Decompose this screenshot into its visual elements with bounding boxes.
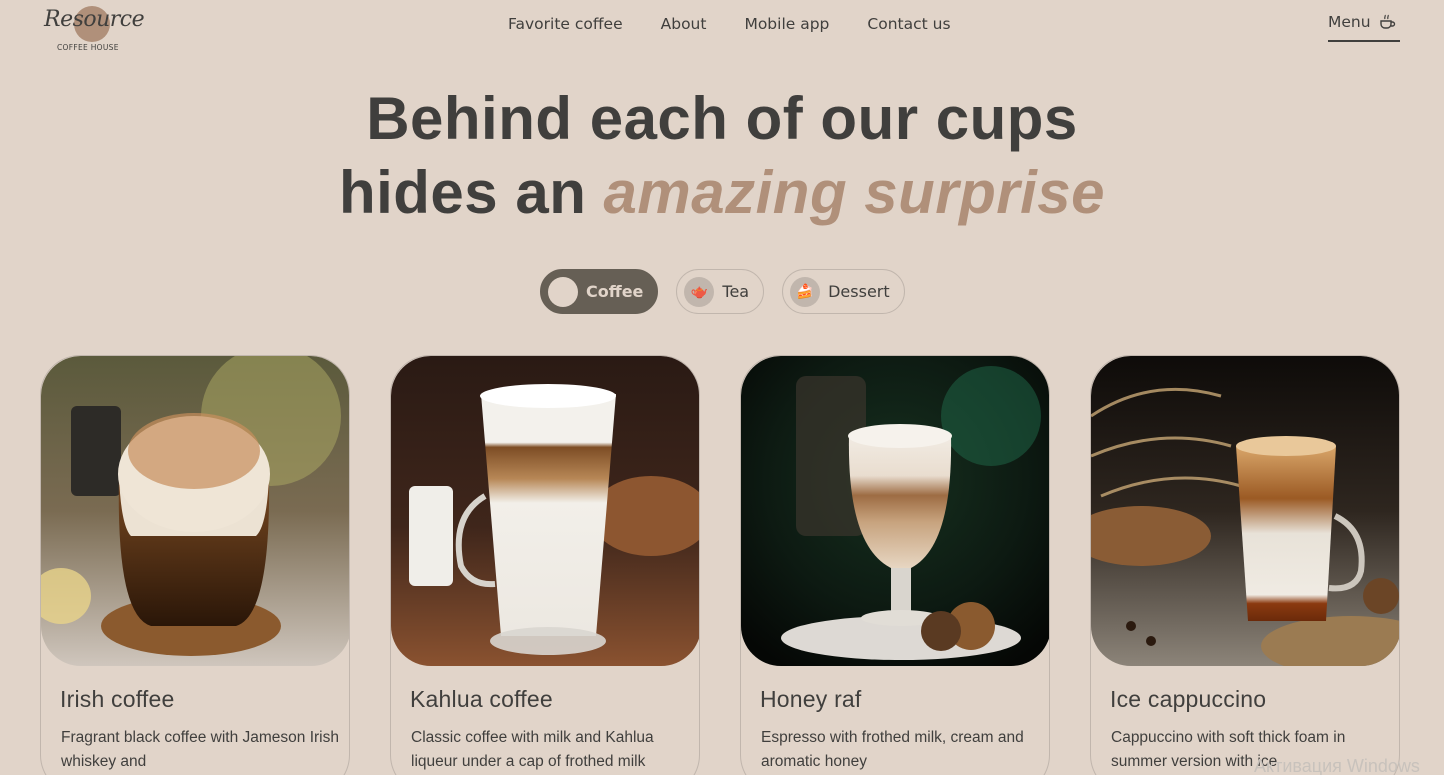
- hero-line1: Behind each of our cups: [366, 85, 1078, 152]
- product-image: [391, 356, 699, 666]
- product-title: Irish coffee: [60, 686, 175, 712]
- nav-mobile-app[interactable]: Mobile app: [744, 15, 829, 33]
- menu-label: Menu: [1328, 13, 1371, 31]
- product-card[interactable]: Irish coffee Fragrant black coffee with …: [40, 355, 350, 775]
- product-grid: Irish coffee Fragrant black coffee with …: [40, 355, 1400, 775]
- coffee-cup-icon: ☕: [548, 276, 578, 307]
- tab-tea-label: Tea: [722, 282, 750, 301]
- product-description: Fragrant black coffee with Jameson Irish…: [61, 729, 339, 770]
- teapot-icon: 🫖: [684, 276, 715, 307]
- product-description: Espresso with frothed milk, cream and ar…: [761, 729, 1024, 770]
- tab-coffee-label: Coffee: [586, 282, 644, 301]
- logo-word: Resource: [44, 7, 145, 32]
- product-image: [1091, 356, 1399, 666]
- logo-subtitle: COFFEE HOUSE: [57, 43, 119, 52]
- tab-dessert-label: Dessert: [828, 282, 890, 301]
- category-tabs: ☕ Coffee 🫖 Tea 🍰 Dessert: [540, 269, 905, 314]
- cake-icon: 🍰: [790, 276, 821, 307]
- page-title: Behind each of our cups hides an amazing…: [0, 82, 1444, 230]
- site-header: Resource COFFEE HOUSE Favorite coffee Ab…: [0, 0, 1444, 60]
- tab-tea[interactable]: 🫖 Tea: [676, 269, 765, 314]
- main-nav: Favorite coffee About Mobile app Contact…: [508, 15, 989, 33]
- product-title: Honey raf: [760, 686, 862, 712]
- windows-activation-watermark: Активация Windows: [1254, 756, 1420, 775]
- product-card[interactable]: Honey raf Espresso with frothed milk, cr…: [740, 355, 1050, 775]
- product-image: [741, 356, 1049, 666]
- hero-accent: amazing surprise: [603, 159, 1106, 226]
- nav-about[interactable]: About: [661, 15, 707, 33]
- product-title: Kahlua coffee: [410, 686, 553, 712]
- tab-coffee[interactable]: ☕ Coffee: [540, 269, 659, 314]
- nav-contact-us[interactable]: Contact us: [867, 15, 950, 33]
- tab-dessert[interactable]: 🍰 Dessert: [782, 269, 905, 314]
- product-card[interactable]: Kahlua coffee Classic coffee with milk a…: [390, 355, 700, 775]
- logo[interactable]: Resource COFFEE HOUSE: [44, 4, 145, 54]
- product-title: Ice cappuccino: [1110, 686, 1267, 712]
- nav-favorite-coffee[interactable]: Favorite coffee: [508, 15, 623, 33]
- product-image: [41, 356, 349, 666]
- product-description: Classic coffee with milk and Kahlua liqu…: [411, 729, 654, 770]
- hero-line2-prefix: hides an: [338, 159, 604, 226]
- coffee-cup-icon: [1379, 14, 1395, 29]
- product-card[interactable]: Ice cappuccino Cappuccino with soft thic…: [1090, 355, 1400, 775]
- menu-button[interactable]: Menu: [1328, 13, 1400, 42]
